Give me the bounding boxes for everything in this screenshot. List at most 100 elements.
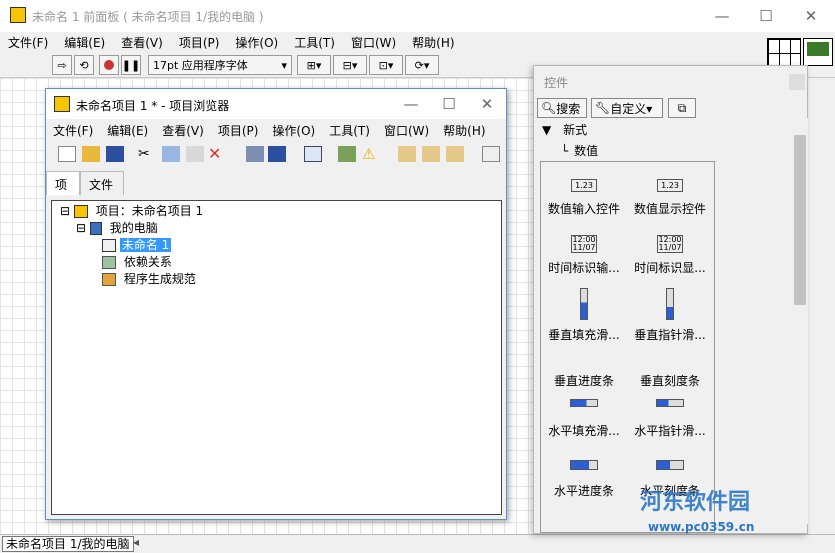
palette-subcategory[interactable]: └ 数值	[561, 142, 598, 159]
timestamp-control-icon: 12:00 11/07	[571, 235, 597, 253]
palette-customize-button[interactable]: 🔧︎ 自定义▾	[591, 98, 663, 118]
horizontal-progress-bar-icon	[541, 452, 627, 478]
tree-corner-icon: └	[561, 144, 569, 158]
minimize-button[interactable]: —	[700, 0, 744, 32]
pb-menu-tools[interactable]: 工具(T)	[322, 119, 377, 139]
vi-icon[interactable]	[803, 38, 833, 66]
maximize-button[interactable]: ☐	[744, 0, 788, 32]
pb-menu-edit[interactable]: 编辑(E)	[100, 119, 155, 139]
tree-vi[interactable]: 未命名 1	[102, 237, 172, 253]
connector-pane-area	[767, 38, 833, 68]
pb-menu-operate[interactable]: 操作(O)	[265, 119, 322, 139]
pb-menu-view[interactable]: 查看(V)	[155, 119, 211, 139]
paste-icon[interactable]	[186, 146, 204, 162]
resize-objects-icon[interactable]: ⊡▾	[369, 55, 403, 75]
horizontal-fill-slide-item[interactable]: 水平填充滑...	[541, 388, 627, 439]
warning-icon[interactable]: ⚠	[362, 146, 380, 162]
build-icon[interactable]	[246, 146, 264, 162]
reorder-icon[interactable]: ⟳▾	[405, 55, 439, 75]
menu-tools[interactable]: 工具(T)	[286, 32, 343, 52]
view-icon[interactable]	[304, 146, 322, 162]
scroll-left-icon[interactable]: ◂	[133, 535, 139, 549]
tab-items[interactable]: 项	[46, 171, 80, 195]
menu-operate[interactable]: 操作(O)	[227, 32, 286, 52]
expand-all-icon[interactable]	[398, 146, 416, 162]
vertical-pointer-slide-item[interactable]: 垂直指针滑...	[627, 286, 713, 343]
copy-icon[interactable]	[162, 146, 180, 162]
project-tree: ⊟ 项目：未命名项目 1 ⊟ 我的电脑 未命名 1 依赖关系 程序生成规范	[51, 200, 502, 515]
delete-icon[interactable]: ✕	[208, 146, 226, 162]
numeric-control-icon: 1.23	[571, 178, 597, 192]
checklist-icon[interactable]	[482, 146, 500, 162]
pb-menu-window[interactable]: 窗口(W)	[377, 119, 436, 139]
palette-category[interactable]: ▼ 新式	[542, 121, 587, 138]
run-continuously-icon[interactable]: ⟲	[74, 55, 94, 75]
project-menu-bar: 文件(F) 编辑(E) 查看(V) 项目(P) 操作(O) 工具(T) 窗口(W…	[46, 119, 506, 139]
pb-menu-file[interactable]: 文件(F)	[46, 119, 100, 139]
palette-view-button[interactable]: ⧉	[668, 98, 696, 118]
cut-icon[interactable]: ✂	[138, 146, 156, 162]
vertical-graduated-bar-item[interactable]: 垂直刻度条	[627, 346, 713, 389]
horizontal-progress-bar-item[interactable]: 水平进度条	[541, 452, 627, 499]
pb-menu-project[interactable]: 项目(P)	[211, 119, 266, 139]
save-all-icon[interactable]	[106, 146, 124, 162]
pb-maximize-button[interactable]: ☐	[430, 89, 468, 119]
vertical-fill-slide-icon	[541, 286, 627, 322]
pb-menu-help[interactable]: 帮助(H)	[436, 119, 492, 139]
close-button[interactable]: ✕	[789, 0, 833, 32]
project-icon	[54, 96, 70, 112]
watermark-logo: 河东软件园	[640, 490, 751, 515]
collapse-icon[interactable]: ⊟	[76, 221, 86, 235]
abort-icon[interactable]	[99, 55, 119, 75]
palette-search-button[interactable]: 🔍︎ 搜索	[537, 98, 587, 118]
tree-root[interactable]: ⊟ 项目：未命名项目 1	[60, 203, 203, 219]
pb-minimize-button[interactable]: —	[392, 89, 430, 119]
menu-project[interactable]: 项目(P)	[171, 32, 228, 52]
timestamp-indicator-item[interactable]: 12:00 11/07 时间标识显...	[627, 233, 713, 276]
menu-file[interactable]: 文件(F)	[0, 32, 56, 52]
numeric-indicator-item[interactable]: 1.23 数值显示控件	[627, 174, 713, 217]
numeric-control-item[interactable]: 1.23 数值输入控件	[541, 174, 627, 217]
tree-dependencies[interactable]: 依赖关系	[102, 254, 172, 270]
menu-window[interactable]: 窗口(W)	[343, 32, 404, 52]
collapse-all-icon[interactable]	[422, 146, 440, 162]
align-objects-icon[interactable]: ⊞▾	[297, 55, 331, 75]
open-folder-icon[interactable]	[82, 146, 100, 162]
vertical-fill-slide-item[interactable]: 垂直填充滑...	[541, 286, 627, 343]
vertical-progress-bar-item[interactable]: 垂直进度条	[541, 346, 627, 389]
font-select-value: 17pt 应用程序字体	[153, 59, 248, 72]
palette-scroll-thumb[interactable]	[794, 135, 806, 305]
pb-close-button[interactable]: ✕	[468, 89, 506, 119]
control-label: 垂直指针滑...	[634, 328, 706, 342]
save-project-icon[interactable]	[268, 146, 286, 162]
main-vertical-scrollbar[interactable]	[808, 78, 835, 534]
horizontal-pointer-slide-icon	[627, 388, 713, 418]
timestamp-control-item[interactable]: 12:00 11/07 时间标识输...	[541, 233, 627, 276]
menu-help[interactable]: 帮助(H)	[404, 32, 462, 52]
control-label: 水平指针滑...	[634, 424, 706, 438]
tab-files[interactable]: 文件	[80, 171, 124, 195]
menu-view[interactable]: 查看(V)	[113, 32, 171, 52]
search-label: 搜索	[556, 101, 581, 116]
connector-pane-icon[interactable]	[767, 38, 801, 66]
font-select[interactable]: 17pt 应用程序字体 ▾	[148, 55, 292, 75]
control-label: 垂直进度条	[553, 374, 614, 388]
run-arrow-icon[interactable]: ⇨	[52, 55, 72, 75]
pause-icon[interactable]: ❚❚	[121, 55, 141, 75]
properties-icon[interactable]	[338, 146, 356, 162]
palette-pin-icon[interactable]	[789, 74, 805, 90]
new-file-icon[interactable]	[58, 146, 76, 162]
tree-build-specs[interactable]: 程序生成规范	[102, 271, 196, 287]
timestamp-indicator-icon: 12:00 11/07	[657, 235, 683, 253]
distribute-objects-icon[interactable]: ⊟▾	[333, 55, 367, 75]
vi-file-icon	[102, 239, 116, 252]
computer-icon	[89, 222, 102, 235]
sort-icon[interactable]	[446, 146, 464, 162]
horizontal-pointer-slide-item[interactable]: 水平指针滑...	[627, 388, 713, 439]
labview-app-icon	[10, 7, 26, 23]
collapse-icon[interactable]: ⊟	[60, 204, 70, 218]
tree-computer[interactable]: ⊟ 我的电脑	[76, 220, 158, 236]
wrench-icon: 🔧︎	[595, 101, 611, 115]
build-specs-icon	[102, 273, 116, 286]
menu-edit[interactable]: 编辑(E)	[56, 32, 113, 52]
